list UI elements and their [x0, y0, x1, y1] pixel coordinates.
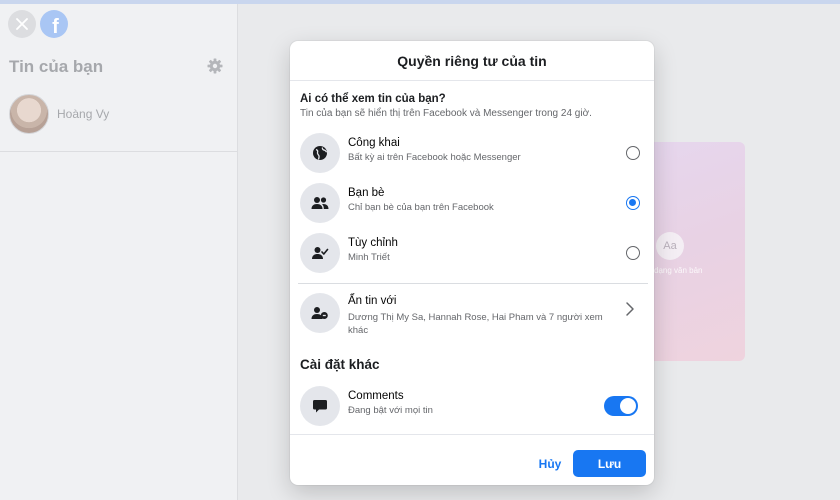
audience-question: Ai có thể xem tin của bạn? — [300, 93, 446, 105]
option-custom-subtitle: Minh Triết — [348, 252, 390, 263]
chevron-right-icon — [626, 302, 634, 316]
cancel-button[interactable]: Hủy — [530, 451, 570, 477]
radio-public[interactable] — [626, 146, 640, 160]
custom-user-icon — [312, 247, 329, 259]
dialog-title: Quyền riêng tư của tin — [397, 52, 547, 69]
options-divider — [298, 283, 648, 284]
custom-user-icon-wrap — [300, 233, 340, 273]
preview-label: i dạng văn bản — [650, 266, 703, 275]
facebook-logo-letter: f — [52, 15, 59, 38]
gear-icon — [207, 58, 223, 74]
other-settings-heading: Cài đặt khác — [300, 357, 380, 372]
option-friends-subtitle: Chỉ bạn bè của bạn trên Facebook — [348, 202, 494, 213]
option-custom-title: Tùy chỉnh — [348, 237, 398, 249]
story-user-row[interactable]: Hoàng Vy — [9, 94, 109, 134]
comments-title: Comments — [348, 390, 404, 402]
comment-icon — [313, 400, 327, 413]
facebook-logo[interactable]: f — [40, 10, 68, 38]
dialog-header: Quyền riêng tư của tin — [290, 41, 654, 81]
hide-users-icon — [311, 307, 328, 319]
sidebar-title: Tin của bạn — [9, 57, 104, 76]
option-hide-story-from[interactable]: Ẩn tin với Dương Thị My Sa, Hannah Rose,… — [294, 287, 648, 339]
globe-icon-wrap — [300, 133, 340, 173]
stories-sidebar: f Tin của bạn Hoàng Vy — [0, 4, 238, 500]
option-friends-title: Bạn bè — [348, 187, 385, 199]
hide-story-title: Ẩn tin với — [348, 295, 397, 307]
audience-question-subtitle: Tin của bạn sẽ hiển thị trên Facebook và… — [300, 108, 592, 119]
hide-users-icon-wrap — [300, 293, 340, 333]
close-button[interactable] — [8, 10, 36, 38]
hide-story-subtitle: Dương Thị My Sa, Hannah Rose, Hai Pham v… — [348, 312, 603, 336]
option-public-subtitle: Bất kỳ ai trên Facebook hoặc Messenger — [348, 152, 521, 163]
footer-divider — [290, 434, 654, 435]
close-icon — [16, 18, 28, 30]
save-button[interactable]: Lưu — [573, 450, 646, 477]
settings-button[interactable] — [205, 56, 225, 76]
comments-subtitle: Đang bật với mọi tin — [348, 405, 433, 416]
sidebar-divider — [0, 151, 238, 152]
option-comments[interactable]: Comments Đang bật với mọi tin — [294, 382, 648, 430]
avatar — [9, 94, 49, 134]
globe-icon — [313, 146, 328, 160]
option-public[interactable]: Công khai Bất kỳ ai trên Facebook hoặc M… — [294, 129, 648, 177]
radio-friends[interactable] — [626, 196, 640, 210]
comment-icon-wrap — [300, 386, 340, 426]
friends-icon-wrap — [300, 183, 340, 223]
comments-toggle[interactable] — [604, 396, 638, 416]
story-privacy-dialog: Quyền riêng tư của tin Ai có thể xem tin… — [290, 41, 654, 485]
option-public-title: Công khai — [348, 137, 400, 149]
radio-custom[interactable] — [626, 246, 640, 260]
user-name: Hoàng Vy — [57, 107, 110, 121]
option-custom[interactable]: Tùy chỉnh Minh Triết — [294, 229, 648, 277]
friends-icon — [311, 197, 329, 209]
option-friends[interactable]: Bạn bè Chỉ bạn bè của bạn trên Facebook — [294, 179, 648, 227]
text-style-icon: Aa — [656, 232, 684, 260]
